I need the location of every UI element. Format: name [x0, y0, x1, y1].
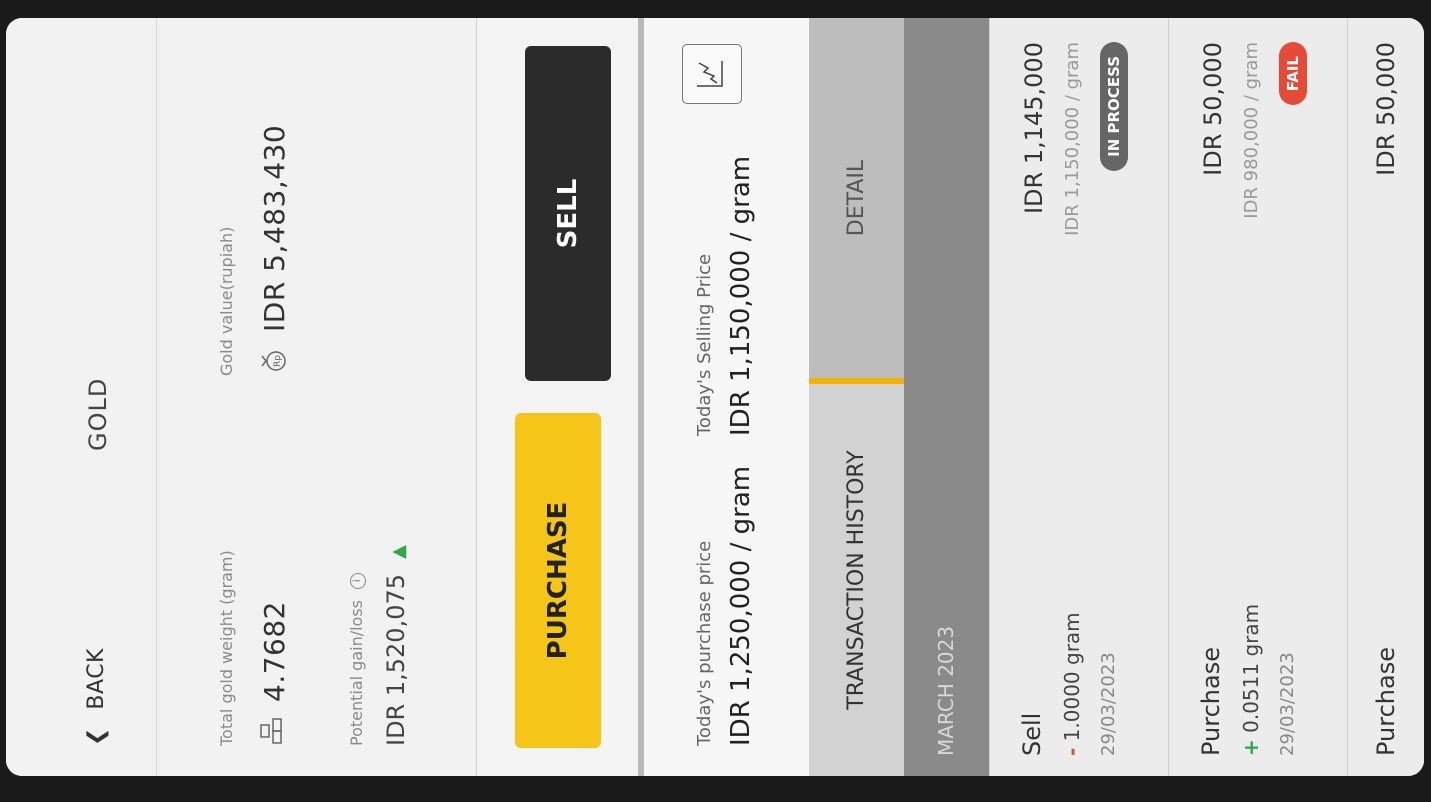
- selling-price-value: IDR 1,150,000 / gram: [726, 155, 756, 436]
- sell-button[interactable]: SELL: [525, 46, 611, 381]
- value-label: Gold value(rupiah): [217, 226, 236, 376]
- transaction-unit-price: IDR 980,000 / gram: [1241, 42, 1262, 219]
- svg-text:Rp: Rp: [273, 355, 283, 367]
- transaction-amount: IDR 50,000: [1372, 42, 1400, 176]
- tab-transaction-history[interactable]: TRANSACTION HISTORY: [809, 378, 904, 776]
- back-button[interactable]: ❮ BACK: [84, 648, 109, 746]
- status-badge: FAIL: [1279, 42, 1307, 106]
- gold-summary: Total gold weight (gram) 4.7682 Gold val…: [156, 18, 477, 776]
- info-icon[interactable]: i: [349, 572, 366, 589]
- gain-label: Potential gain/loss: [347, 599, 366, 746]
- money-bag-icon: Rp: [257, 346, 291, 376]
- tab-bar: TRANSACTION HISTORY DETAIL: [809, 18, 904, 776]
- transaction-quantity: + 0.0511 gram: [1239, 604, 1263, 756]
- quantity-value: 0.0511 gram: [1239, 603, 1263, 733]
- transaction-type: Purchase: [1197, 647, 1225, 756]
- transaction-quantity: - 1.0000 gram: [1060, 612, 1084, 756]
- weight-value: 4.7682: [257, 601, 291, 702]
- quantity-value: 1.0000 gram: [1060, 612, 1084, 742]
- month-label: MARCH 2023: [934, 625, 958, 756]
- transaction-type: Purchase: [1372, 647, 1400, 756]
- price-chart-button[interactable]: [682, 44, 742, 104]
- purchase-price-value: IDR 1,250,000 / gram: [726, 465, 756, 746]
- line-chart-icon: [693, 57, 731, 91]
- status-badge: IN PROCESS: [1100, 42, 1128, 171]
- purchase-button[interactable]: PURCHASE: [515, 413, 601, 748]
- transaction-row[interactable]: Sell - 1.0000 gram 29/03/2023 IDR 1,145,…: [989, 18, 1168, 776]
- transaction-unit-price: IDR 1,150,000 / gram: [1062, 42, 1083, 236]
- transaction-row[interactable]: Purchase + 0.0511 gram 29/03/2023 IDR 50…: [1168, 18, 1347, 776]
- gain-label-row: Potential gain/loss i: [347, 572, 366, 746]
- chevron-left-icon: ❮: [84, 727, 109, 746]
- transaction-date: 29/03/2023: [1277, 652, 1298, 756]
- gain-row: IDR 1,520,075 ▲: [382, 545, 410, 746]
- transaction-amount: IDR 50,000: [1199, 42, 1227, 176]
- value-row: Rp IDR 5,483,430: [257, 125, 291, 376]
- action-area: PURCHASE SELL: [476, 18, 637, 776]
- transaction-row[interactable]: Purchase IDR 50,000: [1347, 18, 1424, 776]
- value-value: IDR 5,483,430: [257, 124, 291, 332]
- quantity-sign: +: [1239, 739, 1263, 756]
- month-header: MARCH 2023: [904, 18, 989, 776]
- transaction-type: Sell: [1018, 712, 1046, 756]
- selling-price-label: Today's Selling Price: [694, 253, 715, 436]
- weight-row: 4.7682: [257, 601, 291, 746]
- phone-screen: ❮ BACK GOLD Total gold weight (gram) 4.7…: [6, 18, 1424, 776]
- header: ❮ BACK GOLD: [6, 18, 154, 776]
- gold-app: ❮ BACK GOLD Total gold weight (gram) 4.7…: [6, 18, 1424, 776]
- page-title: GOLD: [84, 377, 112, 451]
- back-label: BACK: [84, 648, 109, 710]
- transaction-amount: IDR 1,145,000: [1020, 42, 1048, 215]
- gain-value: IDR 1,520,075: [382, 573, 410, 746]
- gold-bars-icon: [257, 716, 291, 746]
- transaction-date: 29/03/2023: [1098, 652, 1119, 756]
- purchase-price-label: Today's purchase price: [694, 540, 715, 746]
- price-panel: Today's purchase price IDR 1,250,000 / g…: [638, 18, 814, 776]
- quantity-sign: -: [1060, 747, 1084, 756]
- tab-detail[interactable]: DETAIL: [809, 18, 904, 378]
- weight-label: Total gold weight (gram): [217, 550, 236, 746]
- triangle-up-icon: ▲: [388, 545, 409, 559]
